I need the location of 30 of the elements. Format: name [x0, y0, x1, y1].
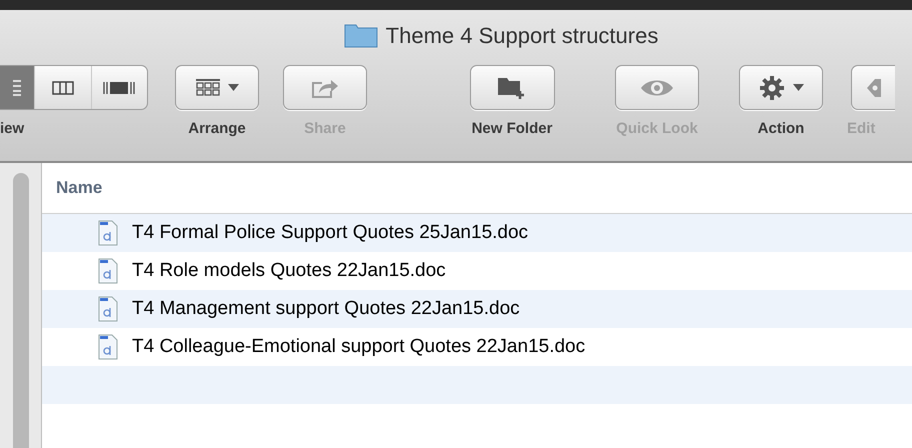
file-name: T4 Formal Police Support Quotes 25Jan15.doc — [132, 220, 528, 245]
file-name: T4 Management support Quotes 22Jan15.doc — [132, 296, 520, 321]
document-icon — [98, 258, 118, 284]
document-icon — [98, 220, 118, 246]
file-name: T4 Role models Quotes 22Jan15.doc — [132, 258, 446, 283]
tag-icon — [866, 78, 880, 96]
document-icon — [98, 334, 118, 360]
caret-icon — [792, 84, 804, 91]
list-view-button[interactable] — [0, 66, 34, 109]
grid-icon — [196, 78, 220, 96]
eye-icon — [640, 78, 674, 98]
cover-flow-icon — [103, 80, 136, 94]
file-name: T4 Colleague-Emotional support Quotes 22Jan15.doc — [132, 334, 586, 359]
action-button[interactable] — [739, 65, 823, 110]
toolbar-label: Arrange — [188, 119, 246, 139]
arrange-button[interactable] — [175, 65, 259, 110]
gear-icon — [758, 74, 784, 100]
new-folder-button[interactable] — [470, 65, 554, 110]
toolbar-label: Action — [758, 119, 804, 139]
columns-icon — [52, 80, 74, 94]
list-icon — [13, 78, 21, 96]
toolbar-label: New Folder — [472, 119, 552, 139]
file-row[interactable]: T4 Management support Quotes 22Jan15.doc — [42, 290, 912, 328]
folder-icon — [344, 22, 378, 48]
window-title: Theme 4 Support structures — [386, 22, 658, 50]
caret-icon — [228, 84, 238, 91]
file-row[interactable]: T4 Formal Police Support Quotes 25Jan15.doc — [42, 214, 912, 252]
column-header[interactable]: Name — [56, 175, 102, 201]
document-icon — [98, 296, 118, 322]
toolbar-label: iew — [0, 119, 24, 139]
